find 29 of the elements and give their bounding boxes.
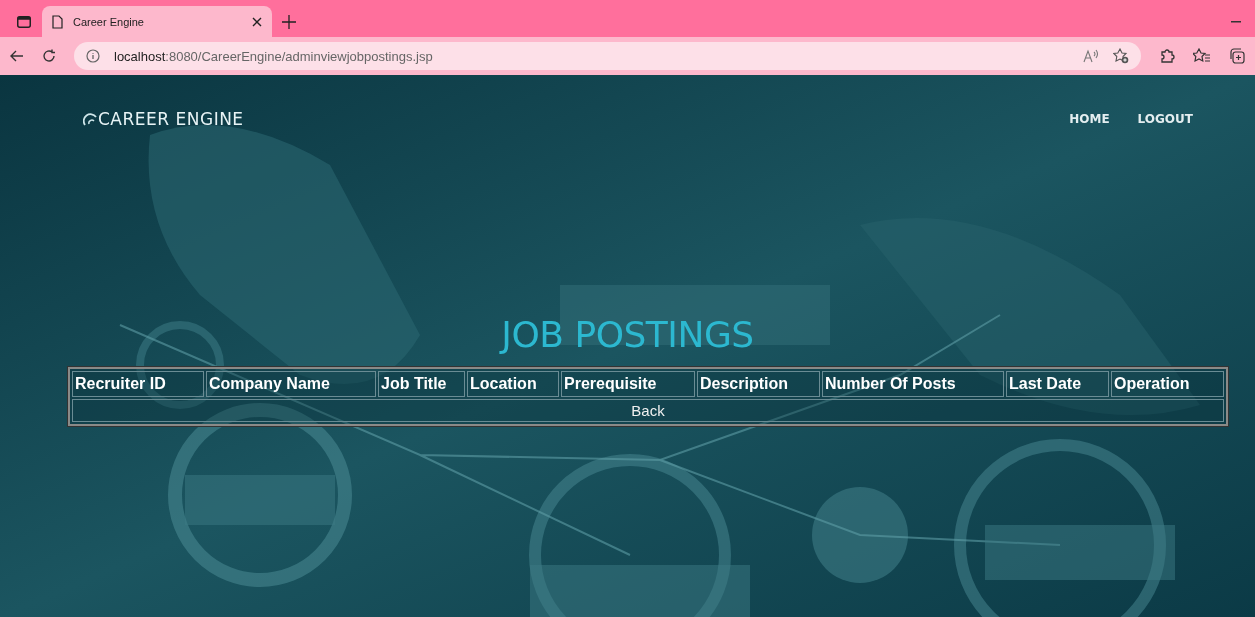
back-icon[interactable]: [10, 50, 24, 62]
arc-logo-icon: [83, 112, 97, 126]
reload-icon[interactable]: [42, 49, 56, 63]
column-header: Operation: [1111, 371, 1224, 397]
close-icon[interactable]: [252, 16, 262, 27]
page-heading: JOB POSTINGS: [498, 314, 755, 355]
page-icon: [52, 14, 63, 29]
sidebar-icon[interactable]: [17, 15, 31, 28]
puzzle-icon[interactable]: [1159, 48, 1175, 64]
column-header: Prerequisite: [561, 371, 695, 397]
column-header: Company Name: [206, 371, 376, 397]
new-tab-icon[interactable]: [282, 15, 296, 29]
info-icon[interactable]: [86, 49, 100, 63]
column-header: Job Title: [378, 371, 465, 397]
tab-title: Career Engine: [73, 15, 145, 28]
brand-name: CAREER ENGINE: [98, 109, 244, 129]
column-header: Location: [467, 371, 559, 397]
column-header: Description: [697, 371, 820, 397]
back-link[interactable]: Back: [631, 402, 665, 419]
nav-link[interactable]: LOGOUT: [1137, 112, 1193, 126]
nav-link[interactable]: HOME: [1069, 112, 1110, 126]
add-favorite-icon[interactable]: [1113, 48, 1129, 64]
favorites-icon[interactable]: [1193, 48, 1211, 64]
column-header: Recruiter ID: [72, 371, 204, 397]
column-header: Last Date: [1006, 371, 1109, 397]
read-aloud-icon[interactable]: [1083, 49, 1099, 63]
collections-icon[interactable]: [1229, 48, 1245, 64]
column-header: Number Of Posts: [822, 371, 1004, 397]
browser-tab[interactable]: Career Engine: [42, 6, 272, 37]
